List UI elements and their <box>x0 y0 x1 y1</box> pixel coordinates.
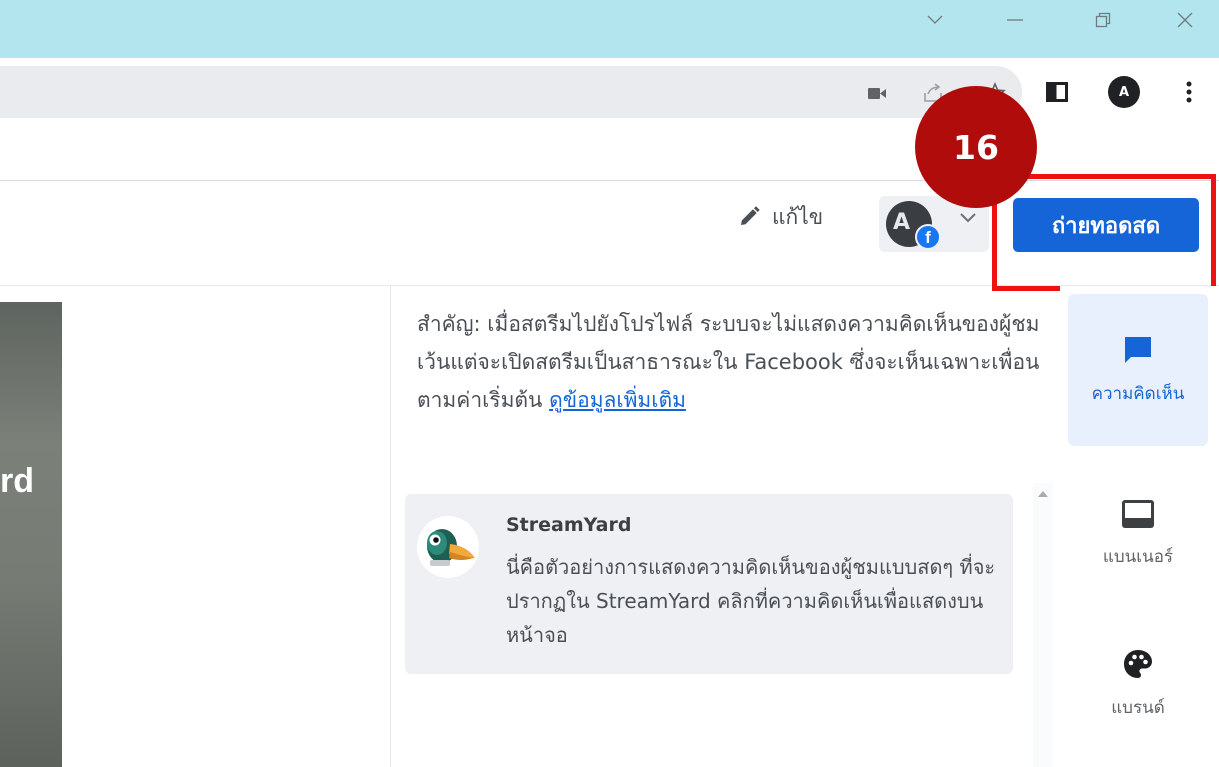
edit-button[interactable]: แก้ไข <box>730 192 831 242</box>
highlight-frame <box>992 174 1216 291</box>
minimize-button[interactable] <box>995 6 1035 34</box>
destination-avatar-letter: A <box>893 210 911 235</box>
facebook-icon: f <box>915 224 941 250</box>
streamyard-duck-avatar <box>417 516 479 578</box>
camera-icon[interactable] <box>864 80 890 106</box>
rail-item-brand[interactable]: แบรนด์ <box>1068 608 1208 760</box>
rail-item-brand-label: แบรนด์ <box>1111 697 1165 718</box>
stage-overlay-text: rd <box>0 462 34 500</box>
rail-item-banners-label: แบนเนอร์ <box>1102 546 1174 567</box>
stage-preview[interactable]: rd <box>0 302 62 767</box>
comment-author: StreamYard <box>506 514 632 536</box>
rail-item-comments-label: ความคิดเห็น <box>1091 383 1185 404</box>
edit-label: แก้ไข <box>772 204 824 229</box>
profile-comment-notice: สำคัญ: เมื่อสตรีมไปยังโปรไฟล์ ระบบจะไม่แ… <box>417 305 1047 419</box>
tab-search-chevron-icon[interactable] <box>915 6 955 34</box>
scroll-up-arrow-icon[interactable] <box>1038 491 1048 497</box>
step-number-badge: 16 <box>915 86 1037 208</box>
close-button[interactable] <box>1165 6 1205 34</box>
side-rail: ความคิดเห็น แบนเนอร์ แบรนด์ <box>1060 286 1219 767</box>
panel-divider <box>390 286 391 767</box>
palette-icon <box>1124 649 1152 678</box>
profile-avatar[interactable]: A <box>1108 76 1140 108</box>
side-panel-icon[interactable] <box>1041 76 1073 108</box>
comment-icon <box>1125 336 1151 363</box>
rail-item-comments[interactable]: ความคิดเห็น <box>1068 294 1208 446</box>
pencil-icon <box>741 206 760 225</box>
more-menu-icon[interactable] <box>1173 76 1205 108</box>
chevron-down-icon <box>960 213 976 223</box>
notice-text: สำคัญ: เมื่อสตรีมไปยังโปรไฟล์ ระบบจะไม่แ… <box>417 312 1040 412</box>
restore-button[interactable] <box>1083 6 1123 34</box>
sample-comment-card[interactable]: StreamYard นี่คือตัวอย่างการแสดงความคิดเ… <box>405 494 1013 674</box>
browser-toolbar: A <box>0 58 1219 126</box>
banner-icon <box>1122 499 1154 528</box>
rail-item-banners[interactable]: แบนเนอร์ <box>1068 458 1208 610</box>
address-bar[interactable] <box>0 66 1022 118</box>
profile-avatar-initial: A <box>1108 76 1140 108</box>
comments-scrollbar[interactable] <box>1033 483 1053 767</box>
browser-title-bar <box>0 0 1219 58</box>
learn-more-link[interactable]: ดูข้อมูลเพิ่มเติม <box>549 388 686 412</box>
comment-text: นี่คือตัวอย่างการแสดงความคิดเห็นของผู้ชม… <box>506 555 996 647</box>
